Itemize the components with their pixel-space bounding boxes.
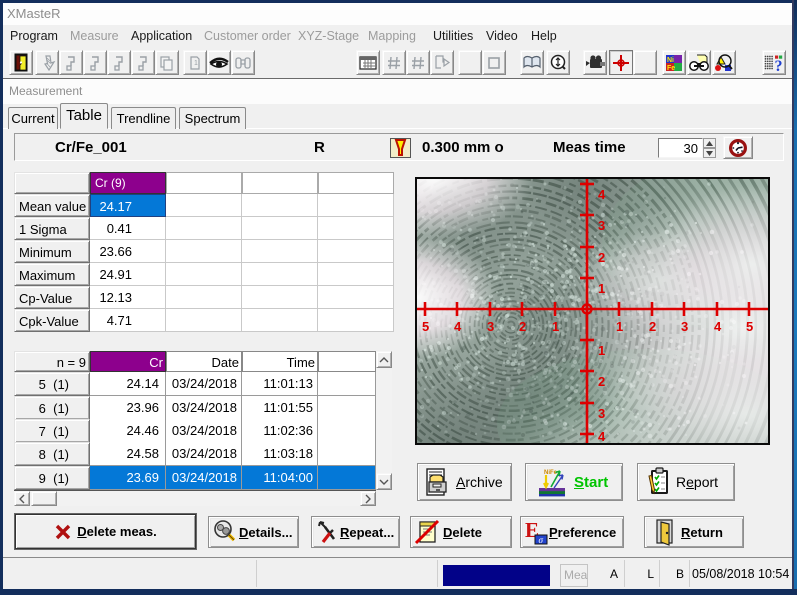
svg-text:4: 4 — [714, 319, 722, 334]
svg-text:3: 3 — [681, 319, 688, 334]
svg-text:3: 3 — [598, 406, 605, 421]
svg-text:1: 1 — [598, 281, 605, 296]
svg-text:σ: σ — [539, 535, 544, 545]
svg-text:Ni: Ni — [667, 57, 674, 64]
svg-text:2: 2 — [519, 319, 526, 334]
svg-text:4: 4 — [454, 319, 462, 334]
svg-text:1: 1 — [552, 319, 559, 334]
svg-text:3: 3 — [487, 319, 494, 334]
svg-text:5: 5 — [746, 319, 753, 334]
svg-text:1: 1 — [616, 319, 623, 334]
svg-text:Fe: Fe — [667, 65, 675, 72]
svg-text:2: 2 — [649, 319, 656, 334]
svg-text:4: 4 — [598, 429, 606, 443]
svg-text:2: 2 — [598, 250, 605, 265]
svg-text:2: 2 — [598, 374, 605, 389]
svg-text:5: 5 — [422, 319, 429, 334]
svg-text:?: ? — [775, 58, 783, 73]
svg-text:3: 3 — [598, 218, 605, 233]
svg-text:1: 1 — [598, 343, 605, 358]
svg-text:4: 4 — [598, 187, 606, 202]
svg-text:1: 1 — [194, 60, 198, 67]
